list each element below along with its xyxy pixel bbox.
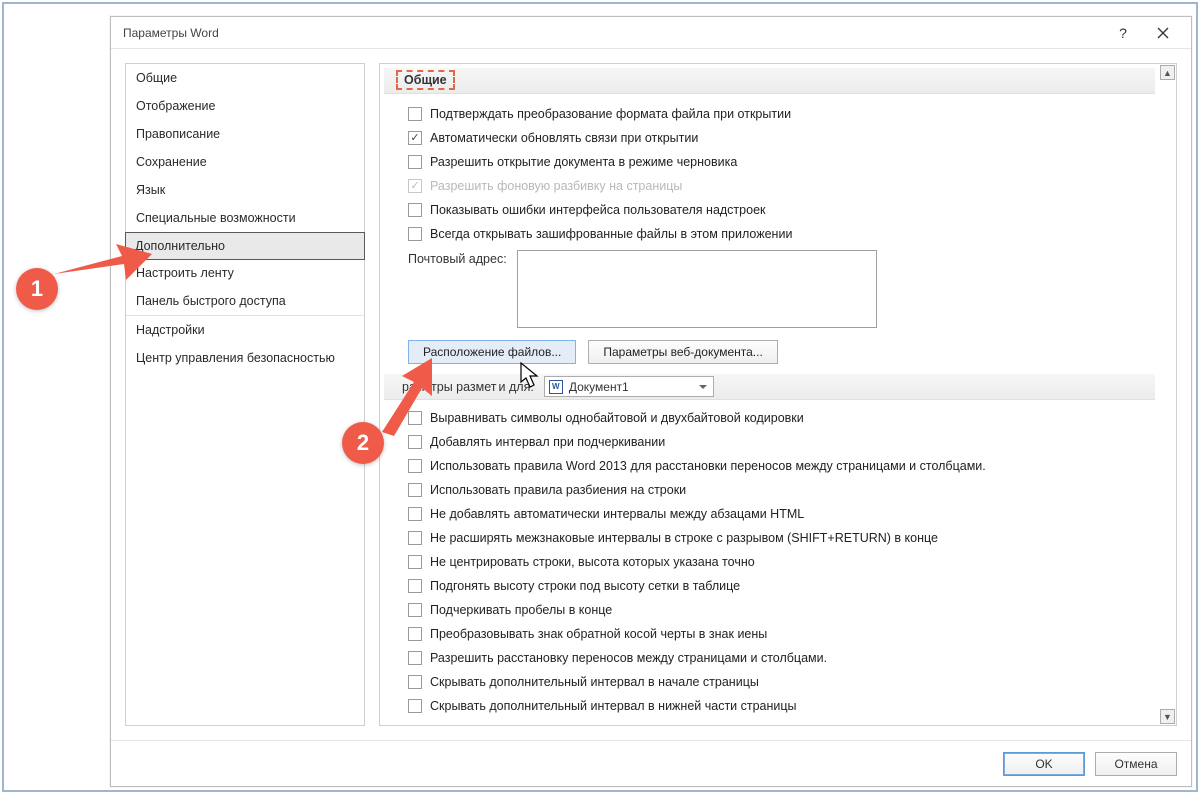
sidebar-item-language[interactable]: Язык xyxy=(126,176,364,204)
sidebar-item-advanced[interactable]: Дополнительно xyxy=(125,232,365,260)
checkbox-icon xyxy=(408,435,422,449)
checkbox-icon xyxy=(408,459,422,473)
layout-title-part2: и для: xyxy=(499,380,534,394)
mailing-address-textarea[interactable] xyxy=(517,250,877,328)
annotation-badge-2: 2 xyxy=(342,422,384,464)
opt-auto-update-links[interactable]: Автоматически обновлять связи при открыт… xyxy=(408,126,1151,150)
dialog-footer: OK Отмена xyxy=(111,740,1191,786)
layout-opt[interactable]: Скрывать дополнительный интервал в начал… xyxy=(408,670,1151,694)
close-icon xyxy=(1157,27,1169,39)
layout-document-value: Документ1 xyxy=(569,380,629,394)
opt-background-pagination: Разрешить фоновую разбивку на страницы xyxy=(408,174,1151,198)
checkbox-icon xyxy=(408,555,422,569)
layout-opt[interactable]: Не добавлять автоматически интервалы меж… xyxy=(408,502,1151,526)
opt-open-encrypted[interactable]: Всегда открывать зашифрованные файлы в э… xyxy=(408,222,1151,246)
sidebar-item-trust-center[interactable]: Центр управления безопасностью xyxy=(126,344,364,372)
checkbox-icon xyxy=(408,483,422,497)
layout-opt[interactable]: Не центрировать строки, высота которых у… xyxy=(408,550,1151,574)
layout-opt[interactable]: Использовать правила разбиения на строки xyxy=(408,478,1151,502)
annotation-badge-1: 1 xyxy=(16,268,58,310)
checkbox-icon xyxy=(408,603,422,617)
file-locations-button[interactable]: Расположение файлов... xyxy=(408,340,576,364)
checkbox-icon xyxy=(408,131,422,145)
layout-opt[interactable]: Подчеркивать пробелы в конце xyxy=(408,598,1151,622)
layout-opt[interactable]: Использовать правила Word 2013 для расст… xyxy=(408,454,1151,478)
checkbox-icon xyxy=(408,531,422,545)
sidebar-item-save[interactable]: Сохранение xyxy=(126,148,364,176)
sidebar-item-accessibility[interactable]: Специальные возможности xyxy=(126,204,364,233)
options-panel: ▲ ▼ Общие Подтверждать преобразование фо… xyxy=(379,63,1177,726)
help-button[interactable]: ? xyxy=(1103,19,1143,47)
checkbox-icon xyxy=(408,411,422,425)
checkbox-icon xyxy=(408,579,422,593)
word-options-dialog: Параметры Word ? Общие Отображение Право… xyxy=(110,16,1192,787)
checkbox-icon xyxy=(408,675,422,689)
titlebar: Параметры Word ? xyxy=(111,17,1191,49)
section-title-general: Общие xyxy=(396,70,455,90)
scroll-down-button[interactable]: ▼ xyxy=(1160,709,1175,724)
opt-open-draft[interactable]: Разрешить открытие документа в режиме че… xyxy=(408,150,1151,174)
layout-opt[interactable]: Разрешить расстановку переносов между ст… xyxy=(408,646,1151,670)
sidebar-item-customize-ribbon[interactable]: Настроить ленту xyxy=(126,259,364,287)
sidebar-item-addins[interactable]: Надстройки xyxy=(126,316,364,344)
chevron-down-icon xyxy=(699,385,707,389)
section-header-layout: раметры размет и для: W Документ1 xyxy=(384,374,1155,400)
window-title: Параметры Word xyxy=(123,26,1103,40)
layout-opt[interactable]: Выравнивать символы однобайтовой и двухб… xyxy=(408,406,1151,430)
sidebar-item-general[interactable]: Общие xyxy=(126,64,364,92)
opt-show-addin-ui-errors[interactable]: Показывать ошибки интерфейса пользовател… xyxy=(408,198,1151,222)
layout-opt[interactable]: Не расширять межзнаковые интервалы в стр… xyxy=(408,526,1151,550)
checkbox-icon xyxy=(408,507,422,521)
mailing-address-row: Почтовый адрес: xyxy=(380,246,1159,334)
checkbox-icon xyxy=(408,107,422,121)
cancel-button[interactable]: Отмена xyxy=(1095,752,1177,776)
checkbox-icon xyxy=(408,627,422,641)
ok-button[interactable]: OK xyxy=(1003,752,1085,776)
category-sidebar: Общие Отображение Правописание Сохранени… xyxy=(125,63,365,726)
mailing-address-label: Почтовый адрес: xyxy=(408,250,507,266)
opt-confirm-conversion[interactable]: Подтверждать преобразование формата файл… xyxy=(408,102,1151,126)
checkbox-icon xyxy=(408,179,422,193)
layout-opt[interactable]: Преобразовывать знак обратной косой черт… xyxy=(408,622,1151,646)
layout-opt[interactable]: Подгонять высоту строки под высоту сетки… xyxy=(408,574,1151,598)
sidebar-item-quick-access[interactable]: Панель быстрого доступа xyxy=(126,287,364,316)
checkbox-icon xyxy=(408,227,422,241)
checkbox-icon xyxy=(408,651,422,665)
sidebar-item-display[interactable]: Отображение xyxy=(126,92,364,120)
checkbox-icon xyxy=(408,155,422,169)
scroll-up-button[interactable]: ▲ xyxy=(1160,65,1175,80)
layout-opt[interactable]: Добавлять интервал при подчеркивании xyxy=(408,430,1151,454)
word-document-icon: W xyxy=(549,380,563,394)
general-options: Подтверждать преобразование формата файл… xyxy=(380,102,1159,246)
close-button[interactable] xyxy=(1143,19,1183,47)
sidebar-item-proofing[interactable]: Правописание xyxy=(126,120,364,148)
layout-opt[interactable]: Скрывать дополнительный интервал в нижне… xyxy=(408,694,1151,718)
checkbox-icon xyxy=(408,699,422,713)
web-options-button[interactable]: Параметры веб-документа... xyxy=(588,340,777,364)
layout-document-select[interactable]: W Документ1 xyxy=(544,376,714,397)
layout-options: Выравнивать символы однобайтовой и двухб… xyxy=(380,406,1159,718)
checkbox-icon xyxy=(408,203,422,217)
section-header-general: Общие xyxy=(384,68,1155,94)
layout-title-part1: раметры размет xyxy=(402,380,497,394)
